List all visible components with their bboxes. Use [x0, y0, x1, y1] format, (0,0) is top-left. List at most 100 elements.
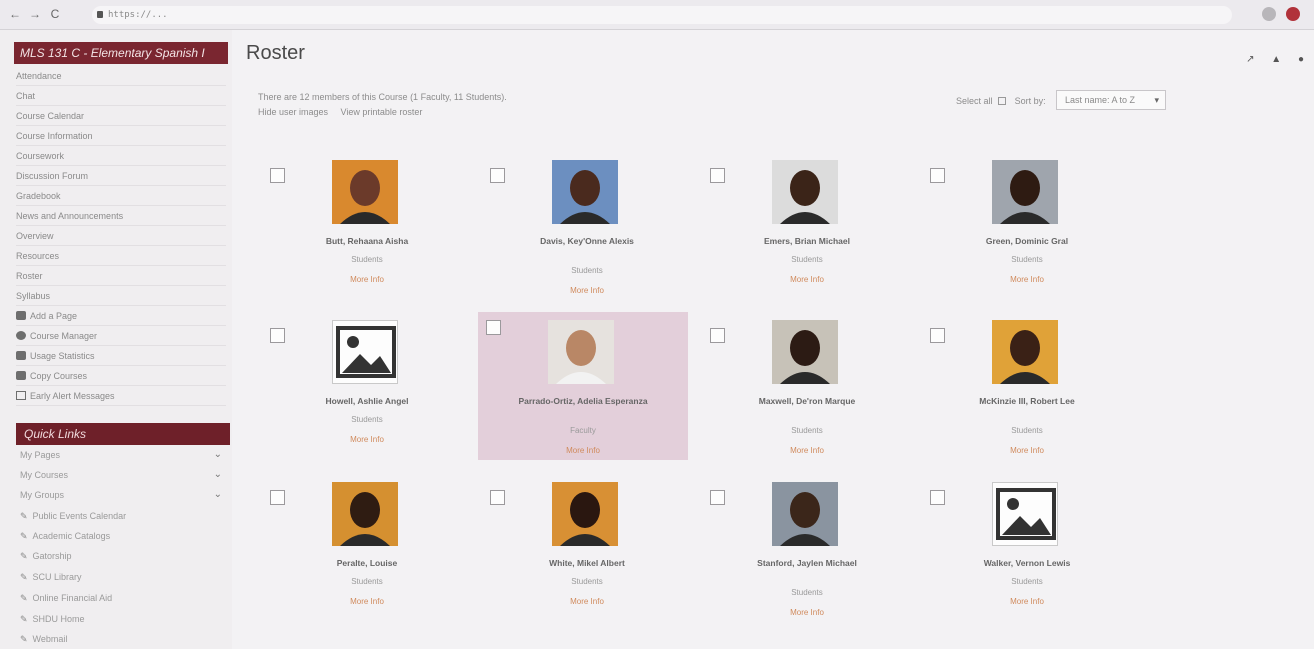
more-info-link[interactable]: More Info: [262, 597, 472, 606]
extension-icon[interactable]: [1262, 7, 1276, 21]
member-checkbox[interactable]: [490, 490, 505, 505]
quick-link-webmail[interactable]: ✎ Webmail: [20, 629, 226, 649]
member-checkbox[interactable]: [486, 320, 501, 335]
quick-link-my-groups[interactable]: My Groups ⌄: [20, 485, 226, 505]
more-info-link[interactable]: More Info: [922, 446, 1132, 455]
sidebar-item-course-calendar[interactable]: Course Calendar: [16, 106, 226, 126]
sidebar-item-copy-courses[interactable]: Copy Courses: [16, 366, 226, 386]
sidebar-item-overview[interactable]: Overview: [16, 226, 226, 246]
profile-icon[interactable]: [1286, 7, 1300, 21]
more-info-link[interactable]: More Info: [482, 286, 692, 295]
sidebar-item-roster[interactable]: Roster: [16, 266, 226, 286]
member-checkbox[interactable]: [930, 168, 945, 183]
image-placeholder-icon[interactable]: [332, 320, 398, 384]
more-info-link[interactable]: More Info: [482, 597, 692, 606]
member-name[interactable]: Peralte, Louise: [262, 558, 472, 569]
member-name[interactable]: Butt, Rehaana Aisha: [262, 236, 472, 247]
lock-icon: [97, 11, 103, 18]
sidebar-item-course-information[interactable]: Course Information: [16, 126, 226, 146]
member-name[interactable]: McKinzie III, Robert Lee: [922, 396, 1132, 407]
member-name[interactable]: White, Mikel Albert: [482, 558, 692, 569]
member-photo[interactable]: [772, 160, 838, 224]
roster-summary: There are 12 members of this Course (1 F…: [258, 92, 507, 102]
back-button[interactable]: ←: [8, 7, 22, 21]
member-photo[interactable]: [992, 160, 1058, 224]
sidebar-item-label: Course Manager: [30, 331, 98, 341]
member-checkbox[interactable]: [930, 328, 945, 343]
forward-button[interactable]: →: [28, 7, 42, 21]
quick-link-academic-catalogs[interactable]: ✎ Academic Catalogs: [20, 526, 226, 546]
quick-link-financial-aid[interactable]: ✎ Online Financial Aid: [20, 588, 226, 608]
reload-button[interactable]: C: [48, 7, 62, 21]
member-checkbox[interactable]: [930, 490, 945, 505]
member-name[interactable]: Davis, Key'Onne Alexis: [482, 236, 692, 247]
member-checkbox[interactable]: [710, 168, 725, 183]
address-bar[interactable]: https://...: [92, 6, 1232, 24]
sidebar-item-gradebook[interactable]: Gradebook: [16, 186, 226, 206]
sidebar-item-coursework[interactable]: Coursework: [16, 146, 226, 166]
sidebar-item-usage-statistics[interactable]: Usage Statistics: [16, 346, 226, 366]
chevron-down-icon[interactable]: ⌄: [214, 465, 222, 485]
quick-link-label: Webmail: [32, 634, 68, 644]
more-info-link[interactable]: More Info: [702, 446, 912, 455]
member-name[interactable]: Howell, Ashlie Angel: [262, 396, 472, 407]
member-photo[interactable]: [772, 482, 838, 546]
select-all-checkbox[interactable]: [998, 97, 1007, 105]
member-photo[interactable]: [332, 160, 398, 224]
member-photo[interactable]: [992, 320, 1058, 384]
gear-icon: [16, 331, 26, 340]
sidebar-item-attendance[interactable]: Attendance: [16, 66, 226, 86]
member-name[interactable]: Green, Dominic Gral: [922, 236, 1132, 247]
chevron-down-icon[interactable]: ⌄: [214, 485, 222, 505]
member-photo[interactable]: [548, 320, 614, 384]
member-photo[interactable]: [772, 320, 838, 384]
sidebar-item-course-manager[interactable]: Course Manager: [16, 326, 226, 346]
quick-link-my-courses[interactable]: My Courses ⌄: [20, 465, 226, 485]
member-photo[interactable]: [552, 482, 618, 546]
member-role: Students: [1011, 577, 1043, 586]
quick-link-library[interactable]: ✎ SCU Library: [20, 567, 226, 587]
quick-link-events-calendar[interactable]: ✎ Public Events Calendar: [20, 506, 226, 526]
sort-select[interactable]: Last name: A to Z ▾: [1056, 90, 1166, 110]
sidebar-item-news[interactable]: News and Announcements: [16, 206, 226, 226]
select-all-link[interactable]: Select all: [956, 96, 993, 106]
sidebar-item-discussion-forum[interactable]: Discussion Forum: [16, 166, 226, 186]
expand-icon[interactable]: ↗: [1246, 54, 1254, 65]
more-info-link[interactable]: More Info: [922, 597, 1132, 606]
more-info-link[interactable]: More Info: [478, 446, 688, 455]
member-checkbox[interactable]: [270, 490, 285, 505]
image-placeholder-icon[interactable]: [992, 482, 1058, 546]
member-name[interactable]: Walker, Vernon Lewis: [922, 558, 1132, 569]
sidebar-item-label: News and Announcements: [16, 211, 124, 221]
printable-roster-link[interactable]: View printable roster: [341, 107, 423, 117]
more-info-link[interactable]: More Info: [922, 275, 1132, 284]
more-info-link[interactable]: More Info: [702, 275, 912, 284]
sidebar-item-early-alert[interactable]: Early Alert Messages: [16, 386, 226, 406]
sidebar-item-add-page[interactable]: Add a Page: [16, 306, 226, 326]
settings-icon[interactable]: ●: [1298, 54, 1304, 65]
member-photo[interactable]: [552, 160, 618, 224]
member-checkbox[interactable]: [710, 490, 725, 505]
quick-link-gatorship[interactable]: ✎ Gatorship: [20, 546, 226, 566]
member-checkbox[interactable]: [270, 168, 285, 183]
more-info-link[interactable]: More Info: [262, 275, 472, 284]
member-name[interactable]: Stanford, Jaylen Michael: [702, 558, 912, 569]
member-name[interactable]: Emers, Brian Michael: [702, 236, 912, 247]
quick-link-my-pages[interactable]: My Pages ⌄: [20, 445, 226, 465]
more-info-link[interactable]: More Info: [702, 608, 912, 617]
member-photo[interactable]: [332, 482, 398, 546]
home-icon[interactable]: ▲: [1271, 54, 1281, 65]
course-title[interactable]: MLS 131 C - Elementary Spanish I: [14, 42, 228, 64]
member-checkbox[interactable]: [490, 168, 505, 183]
quick-link-home[interactable]: ✎ SHDU Home: [20, 609, 226, 629]
member-name[interactable]: Parrado-Ortiz, Adelia Esperanza: [478, 396, 688, 407]
member-name[interactable]: Maxwell, De'ron Marque: [702, 396, 912, 407]
sidebar-item-syllabus[interactable]: Syllabus: [16, 286, 226, 306]
sidebar-item-chat[interactable]: Chat: [16, 86, 226, 106]
member-checkbox[interactable]: [710, 328, 725, 343]
sidebar-item-resources[interactable]: Resources: [16, 246, 226, 266]
member-checkbox[interactable]: [270, 328, 285, 343]
hide-images-link[interactable]: Hide user images: [258, 107, 328, 117]
more-info-link[interactable]: More Info: [262, 435, 472, 444]
chevron-down-icon[interactable]: ⌄: [214, 445, 222, 465]
